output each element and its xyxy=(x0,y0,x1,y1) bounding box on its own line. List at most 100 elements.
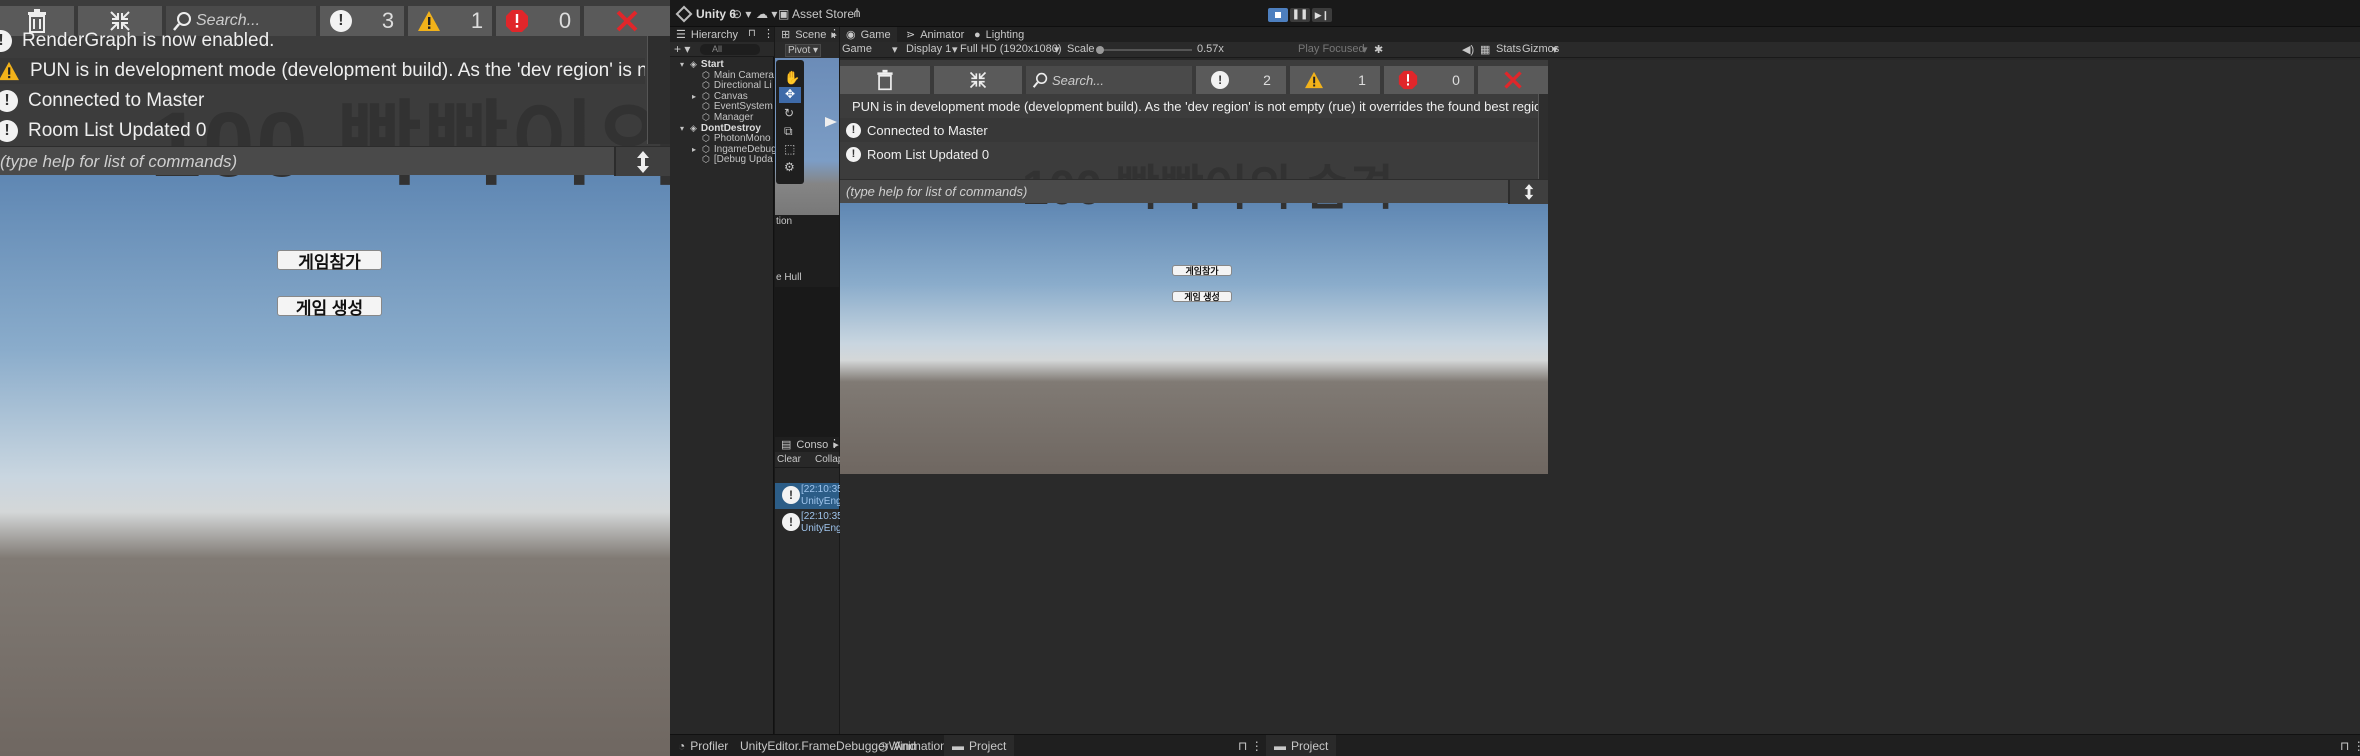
hierarchy-tabbar: ☰ Hierarchy ⊓ ⋮ xyxy=(670,27,774,42)
hand-tool-icon[interactable]: ✋ xyxy=(784,70,800,86)
tab-lighting[interactable]: ● Lighting xyxy=(968,27,1030,42)
bag-icon: ▣ xyxy=(778,7,793,21)
chevron-down-icon[interactable]: ▾ xyxy=(1552,43,1558,56)
gameobject-icon: ⬡ xyxy=(702,133,710,144)
bug-icon[interactable]: ✱ xyxy=(1374,43,1383,56)
gameobject-icon: ⬡ xyxy=(702,90,710,101)
tab-label: Scene xyxy=(795,28,827,41)
log-scrollbar[interactable] xyxy=(647,36,670,144)
tab-project-2[interactable]: ▬ Project xyxy=(1266,735,1337,756)
tab-game[interactable]: ◉ Game xyxy=(840,27,897,42)
asset-store-button[interactable]: ▣ Asset Store xyxy=(778,7,854,21)
pivot-dropdown[interactable]: Pivot ▾ xyxy=(785,44,822,57)
scene-tabbar: ⊞ Scene ▸ ⋮ xyxy=(775,27,839,42)
info-icon: ! xyxy=(846,146,861,162)
log-entry[interactable]: PUN is in development mode (development … xyxy=(0,58,645,84)
collapse-button[interactable] xyxy=(934,66,1024,94)
expand-arrow-icon[interactable]: ▾ xyxy=(680,124,684,133)
stats-button[interactable]: Stats xyxy=(1496,43,1521,55)
rect-tool-icon[interactable]: ⬚ xyxy=(784,142,795,156)
resize-handle[interactable] xyxy=(1508,180,1548,204)
game-mode-dropdown[interactable]: Game ▾ xyxy=(842,43,900,56)
version-control-icon[interactable]: ⋔ xyxy=(852,6,862,20)
hierarchy-item[interactable]: ▸ ⬡ Canvas xyxy=(670,91,748,102)
close-debugger-button[interactable] xyxy=(1478,66,1548,94)
join-game-button[interactable]: 게임참가 xyxy=(1172,265,1232,276)
hierarchy-item[interactable]: ⬡ Directional Li xyxy=(670,80,772,91)
add-button[interactable]: + ▾ xyxy=(674,42,690,56)
tab-project[interactable]: ▬ Project xyxy=(944,735,1015,756)
lock-icon[interactable]: ⊓ xyxy=(748,28,756,39)
pause-button[interactable]: ❚❚ xyxy=(1290,8,1310,22)
hierarchy-item[interactable]: ⬡ PhotonMono xyxy=(670,133,771,144)
trash-icon xyxy=(877,69,893,91)
hierarchy-search[interactable]: All xyxy=(700,44,760,55)
hierarchy-item[interactable]: ⬡ EventSystem xyxy=(670,101,773,112)
hierarchy-item[interactable]: ⬡ [Debug Upda xyxy=(670,154,773,165)
command-input[interactable]: (type help for list of commands) xyxy=(0,152,237,172)
tab-profiler[interactable]: ◔ Profiler xyxy=(670,735,736,756)
more-icon[interactable]: ⋮ xyxy=(763,27,774,40)
hierarchy-item[interactable]: ⬡ Manager xyxy=(670,112,753,123)
more-icon[interactable]: ⋮ xyxy=(829,437,840,450)
create-game-button[interactable]: 게임 생성 xyxy=(1172,291,1232,302)
log-list: PUN is in development mode (development … xyxy=(840,94,1538,179)
console-entry[interactable]: ! [22:10:35] UnityEngir xyxy=(775,483,847,509)
rotate-tool-icon[interactable]: ↻ xyxy=(784,106,794,120)
expand-arrow-icon[interactable]: ▾ xyxy=(680,60,684,69)
hierarchy-item[interactable]: ▸ ⬡ IngameDebug xyxy=(670,144,777,155)
warning-filter-button[interactable]: 1 xyxy=(1290,66,1382,94)
tab-hierarchy[interactable]: ☰ Hierarchy xyxy=(670,27,744,42)
join-game-button[interactable]: 게임참가 xyxy=(277,250,382,272)
log-entry[interactable]: ! Connected to Master xyxy=(840,118,1538,142)
transform-tool-icon[interactable]: ⚙ xyxy=(784,160,795,174)
resolution-dropdown[interactable]: Full HD (1920x1080) ▾ xyxy=(960,43,1062,56)
animator-icon: ⋗ xyxy=(906,29,916,41)
lock-icon[interactable]: ⊓ ⋮ xyxy=(2340,739,2360,753)
left-game-window: 100 빡빡이의 습격 Search... ! 3 1 xyxy=(0,0,670,756)
collapsed-arrow-icon[interactable]: ▸ xyxy=(692,145,696,154)
info-filter-button[interactable]: ! 2 xyxy=(1196,66,1288,94)
console-tabbar: ▤ Conso ▸ ⋮ xyxy=(775,437,840,452)
display-dropdown[interactable]: Display 1 ▾ xyxy=(906,43,958,56)
account-menu[interactable]: ⊙ ▾ xyxy=(732,7,751,21)
clear-logs-button[interactable] xyxy=(840,66,932,94)
lock-icon[interactable]: ⊓ ⋮ xyxy=(1238,739,1263,753)
resize-handle[interactable] xyxy=(614,147,670,176)
console-entry[interactable]: ! [22:10:35] UnityEngir xyxy=(775,510,847,536)
bottom-tabbar: ◔ Profiler UnityEditor.FrameDebuggerWind … xyxy=(670,734,2360,756)
log-entry[interactable]: ! Connected to Master xyxy=(0,88,645,114)
log-scrollbar[interactable] xyxy=(1538,94,1548,179)
scale-slider[interactable] xyxy=(1096,46,1192,54)
play-button[interactable] xyxy=(1268,8,1288,22)
log-entry[interactable]: ! RenderGraph is now enabled. xyxy=(0,30,645,52)
more-icon[interactable]: ⋮ xyxy=(829,27,839,40)
error-filter-button[interactable]: 0 xyxy=(1384,66,1476,94)
gameobject-icon: ⬡ xyxy=(702,69,710,80)
scale-tool-icon[interactable]: ⧉ xyxy=(784,124,793,139)
mute-icon[interactable]: ◀) xyxy=(1462,43,1474,56)
step-button[interactable]: ▶❙ xyxy=(1312,8,1332,22)
editor-toolbar: Unity 6 ⊙ ▾ ☁ ▾ ▣ Asset Store ⋔ ❚❚ ▶❙ xyxy=(670,0,2360,27)
hierarchy-item[interactable]: ▾ ◈ DontDestroy xyxy=(670,123,761,134)
log-text: Room List Updated 0 xyxy=(867,146,990,162)
slider-thumb[interactable] xyxy=(1096,46,1104,54)
game-viewport[interactable]: 100 빡빡이의 습격 Search... ! 2 xyxy=(840,60,2360,734)
create-game-button[interactable]: 게임 생성 xyxy=(277,296,382,318)
collapsed-arrow-icon[interactable]: ▸ xyxy=(692,92,696,101)
keyboard-icon[interactable]: ▦ xyxy=(1480,43,1490,56)
log-entry[interactable]: PUN is in development mode (development … xyxy=(840,94,1538,118)
hierarchy-item[interactable]: ⬡ Main Camera xyxy=(670,70,774,81)
tab-animator[interactable]: ⋗ Animator xyxy=(900,27,970,42)
log-entry[interactable]: ! Room List Updated 0 xyxy=(0,118,645,144)
play-focused-dropdown[interactable]: Play Focused ▾ xyxy=(1298,43,1368,56)
log-entry[interactable]: ! Room List Updated 0 xyxy=(840,142,1538,166)
gameobject-icon: ⬡ xyxy=(702,101,710,112)
search-box[interactable]: Search... xyxy=(1026,66,1194,94)
hierarchy-item[interactable]: ▾ ◈ Start xyxy=(670,59,724,70)
command-input[interactable]: (type help for list of commands) xyxy=(846,184,1027,199)
tab-animation[interactable]: ◷ Animation xyxy=(870,735,955,756)
move-tool-icon[interactable]: ✥ xyxy=(779,87,801,103)
clear-button[interactable]: Clear xyxy=(777,454,801,465)
cloud-menu[interactable]: ☁ ▾ xyxy=(756,7,777,21)
